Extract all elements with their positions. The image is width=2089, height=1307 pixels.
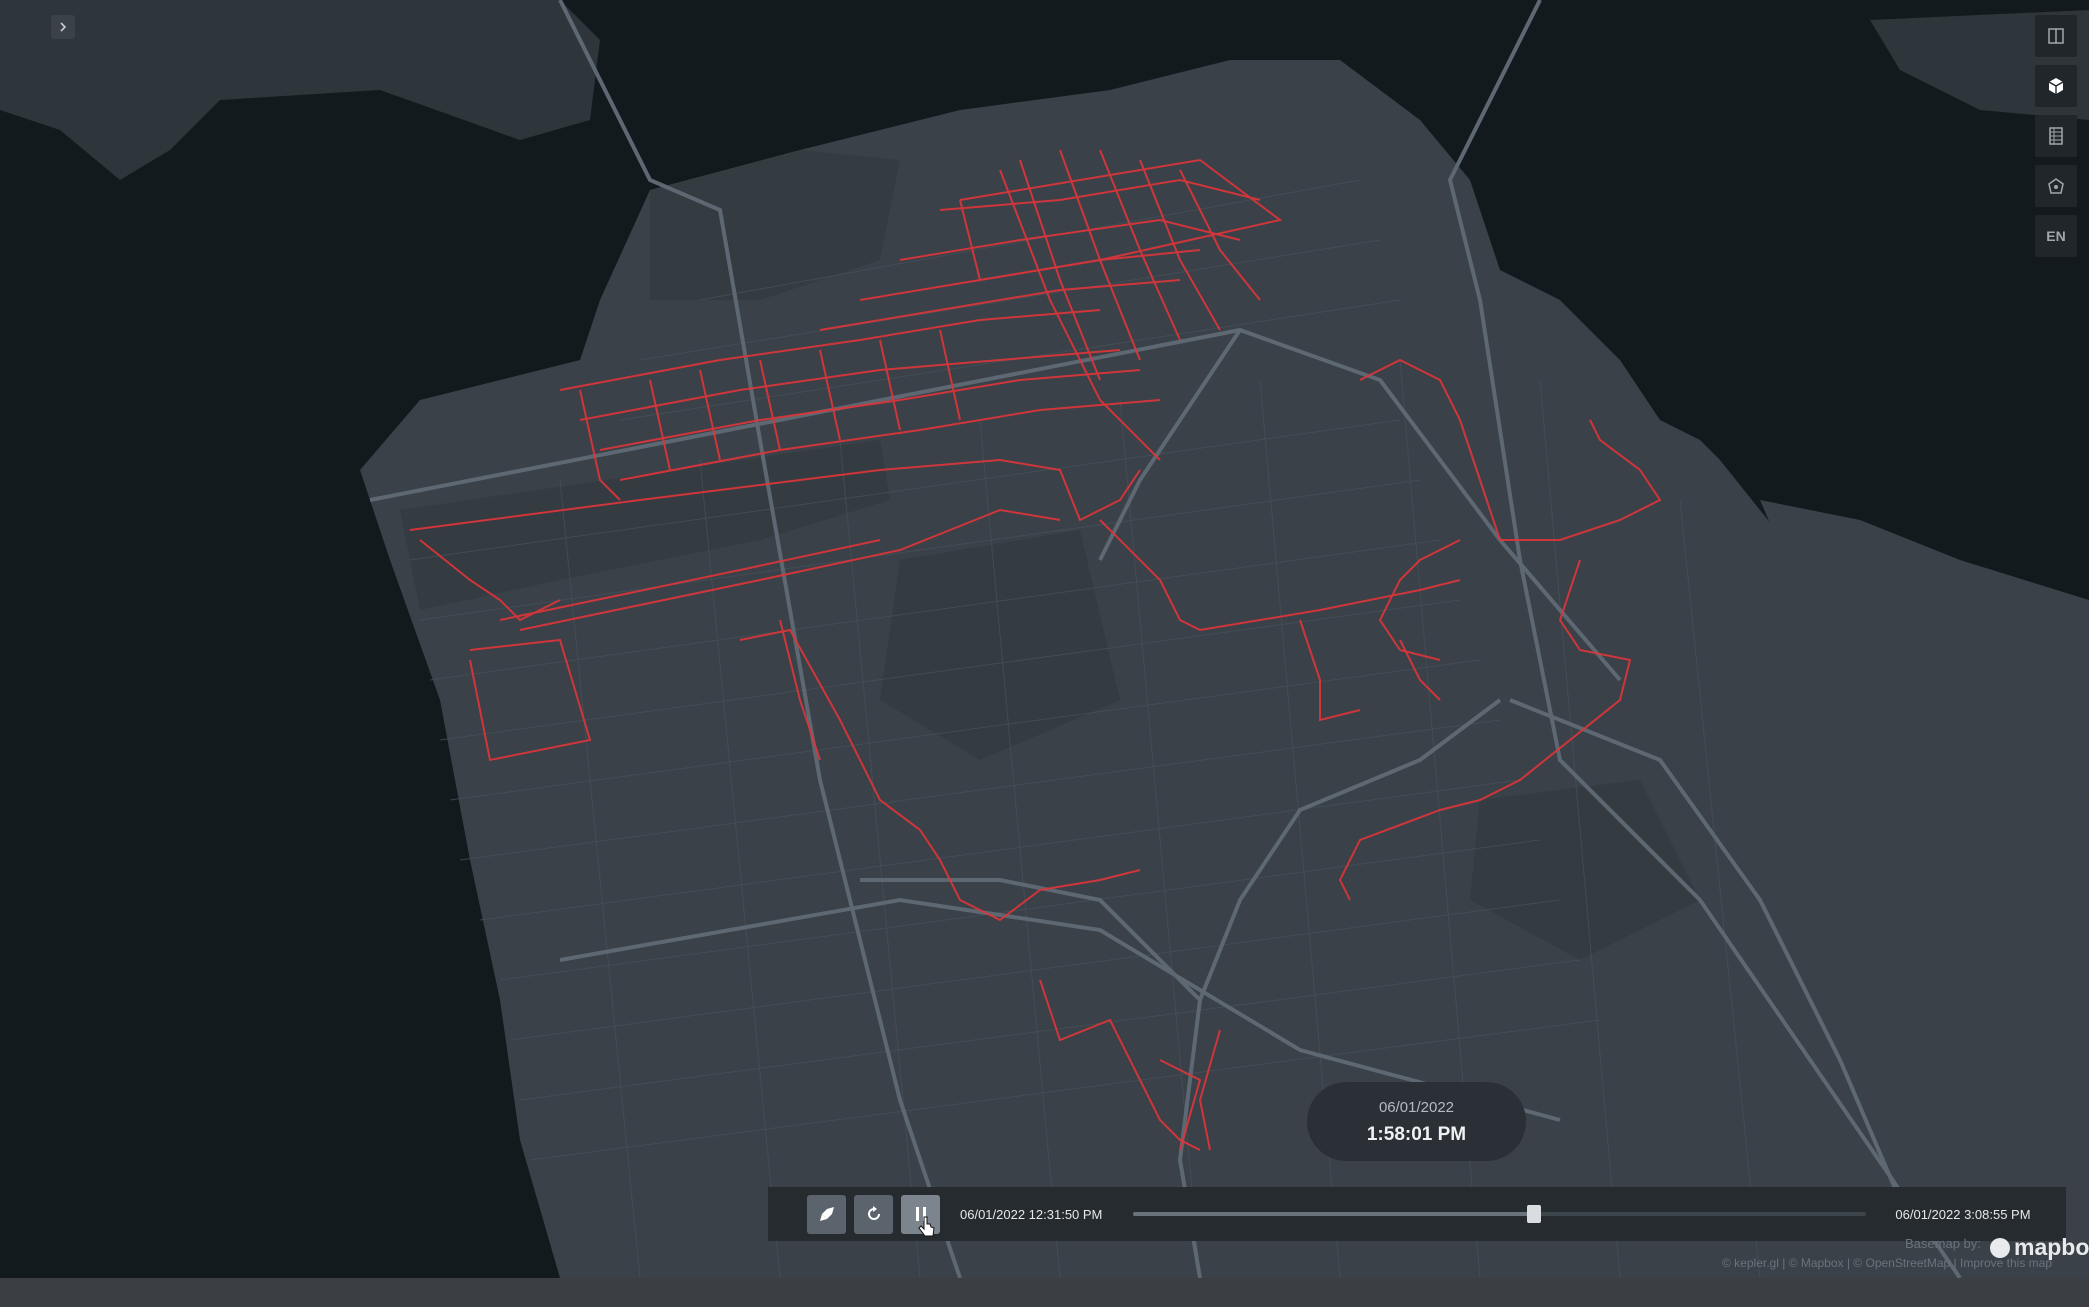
mapbox-logo-icon bbox=[1990, 1237, 2010, 1258]
end-time-label: 06/01/2022 3:08:55 PM bbox=[1895, 1206, 2031, 1222]
current-time: 1:58:01 PM bbox=[1366, 1124, 1467, 1145]
expand-sidebar-button[interactable] bbox=[51, 15, 75, 39]
map-canvas[interactable] bbox=[0, 0, 2089, 1278]
3d-view-icon bbox=[2048, 78, 2064, 94]
map-attribution[interactable]: © kepler.gl | © Mapbox | © OpenStreetMap… bbox=[1722, 1256, 2052, 1270]
bottom-strip bbox=[0, 1278, 2089, 1307]
split-map-button[interactable] bbox=[2035, 15, 2077, 57]
locale-button[interactable]: EN bbox=[2035, 215, 2077, 257]
split-map-icon bbox=[2048, 28, 2064, 44]
legend-icon bbox=[2049, 127, 2063, 145]
start-time-label: 06/01/2022 12:31:50 PM bbox=[960, 1206, 1103, 1222]
map-controls: EN bbox=[2035, 15, 2077, 265]
time-slider-track[interactable] bbox=[1133, 1205, 1867, 1223]
current-date: 06/01/2022 bbox=[1378, 1099, 1455, 1116]
draw-polygon-icon bbox=[2048, 178, 2064, 194]
reset-icon bbox=[867, 1206, 880, 1220]
chevron-right-icon bbox=[60, 22, 67, 32]
draw-polygon-button[interactable] bbox=[2035, 165, 2077, 207]
current-time-display: 06/01/2022 1:58:01 PM bbox=[1307, 1082, 1526, 1161]
time-slider-handle[interactable] bbox=[1527, 1205, 1542, 1223]
time-slider-fill bbox=[1133, 1212, 1535, 1216]
animation-playbar: 06/01/2022 12:31:50 PM 06/01/2022 3:08:5… bbox=[768, 1187, 2066, 1241]
3d-view-button[interactable] bbox=[2035, 65, 2077, 107]
pointer-cursor-icon bbox=[918, 1216, 935, 1237]
speed-rocket-icon bbox=[819, 1207, 834, 1221]
legend-button[interactable] bbox=[2035, 115, 2077, 157]
reset-button[interactable] bbox=[854, 1194, 893, 1234]
basemap-label: Basemap by: bbox=[1905, 1236, 1981, 1251]
speed-button[interactable] bbox=[807, 1194, 846, 1234]
